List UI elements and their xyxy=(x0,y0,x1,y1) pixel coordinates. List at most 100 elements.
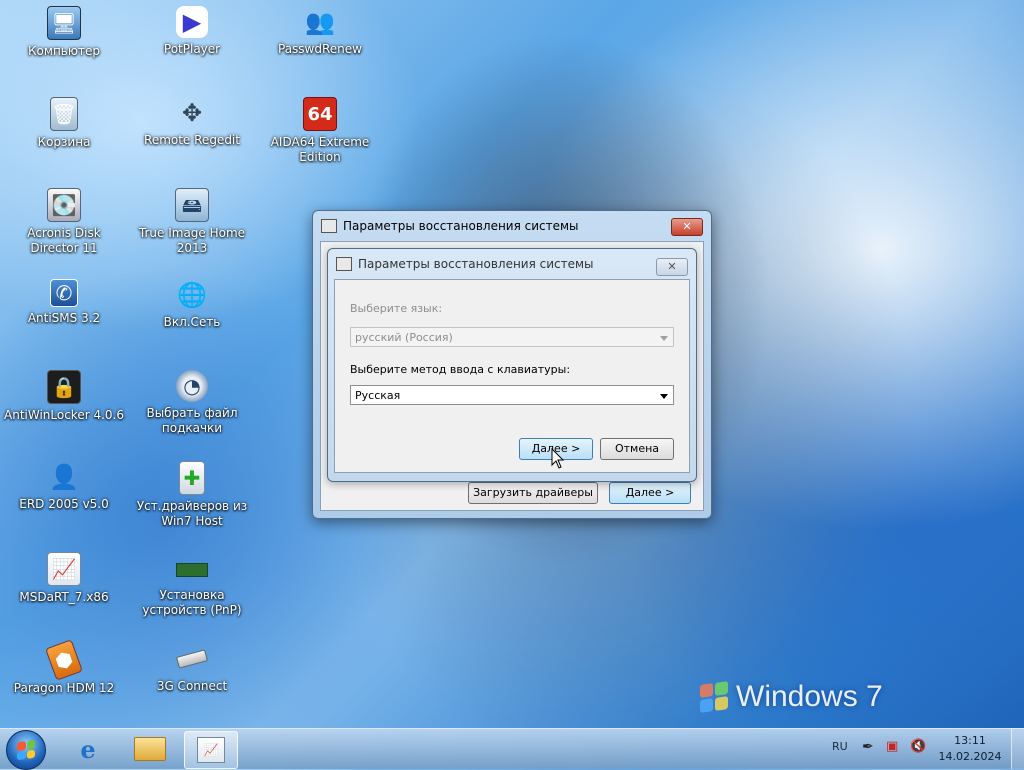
inner-dialog-titlebar[interactable]: Параметры восстановления системы xyxy=(328,249,696,279)
show-desktop-button[interactable] xyxy=(1011,729,1024,769)
cancel-button[interactable]: Отмена xyxy=(600,438,674,460)
desktop-icon-label: Вкл.Сеть xyxy=(163,315,221,329)
clock-date: 14.02.2024 xyxy=(938,750,1002,763)
desktop-icon-label: Установка устройств (PnP) xyxy=(142,588,242,617)
desktop-icon-passwdrenew[interactable]: 👥 PasswdRenew xyxy=(259,6,381,57)
inner-dialog-title: Параметры восстановления системы xyxy=(358,257,594,271)
desktop-icon-label: AIDA64 Extreme Edition xyxy=(270,135,370,164)
lock-icon: 🔒 xyxy=(47,370,81,404)
desktop-icon-aida64[interactable]: 64 AIDA64 Extreme Edition xyxy=(259,97,381,165)
desktop-icon-remote-regedit[interactable]: ✥ Remote Regedit xyxy=(131,97,253,148)
close-icon: ✕ xyxy=(682,220,692,233)
usb-modem-icon xyxy=(175,643,209,675)
msdart-icon: 📈 xyxy=(47,552,81,586)
desktop-icon-recycle-bin[interactable]: 🗑 Корзина xyxy=(3,97,125,150)
clock[interactable]: 13:11 14.02.2024 xyxy=(934,733,1006,765)
msdart-icon: 📈 xyxy=(197,737,225,763)
desktop-icon-label: PotPlayer xyxy=(163,42,221,56)
aida64-icon: 64 xyxy=(303,97,337,131)
desktop-icon-label: AntiSMS 3.2 xyxy=(27,311,101,325)
potplayer-icon: ▶ xyxy=(176,6,208,38)
taskbar-internet-explorer[interactable]: e xyxy=(62,731,114,767)
ram-icon xyxy=(176,560,208,580)
outer-dialog-title: Параметры восстановления системы xyxy=(343,219,579,233)
mouse-cursor-icon xyxy=(551,448,565,469)
desktop-icon-label: PasswdRenew xyxy=(278,42,362,56)
desktop-icon-acronis[interactable]: 💽 Acronis Disk Director 11 xyxy=(3,188,125,256)
computer-icon: 🖥 xyxy=(47,6,81,40)
desktop-icon-label: Acronis Disk Director 11 xyxy=(27,226,101,255)
desktop-icon-antiwinlocker[interactable]: 🔒 AntiWinLocker 4.0.6 xyxy=(3,370,125,423)
recycle-bin-icon: 🗑 xyxy=(50,97,78,131)
tray-pen-icon[interactable]: ✒ xyxy=(862,739,874,755)
desktop-icon-computer[interactable]: 🖥 Компьютер xyxy=(3,6,125,59)
desktop-icon-msdart[interactable]: 📈 MSDaRT_7.x86 xyxy=(3,552,125,605)
disk-pie-icon: ◔ xyxy=(176,370,208,402)
inner-close-button[interactable]: ✕ xyxy=(656,258,688,276)
desktop-icon-label: Выбрать файл подкачки xyxy=(146,406,238,435)
phone-icon: ✆ xyxy=(50,279,78,307)
start-button[interactable] xyxy=(6,730,46,770)
keyboard-select[interactable]: Русская xyxy=(350,385,674,405)
usb-modem-shape xyxy=(175,649,209,669)
language-indicator[interactable]: RU xyxy=(832,740,848,753)
desktop-icon-pnp[interactable]: Установка устройств (PnP) xyxy=(131,552,253,618)
desktop-icon-pagefile[interactable]: ◔ Выбрать файл подкачки xyxy=(131,370,253,436)
language-select[interactable]: русский (Россия) xyxy=(350,327,674,347)
clock-time: 13:11 xyxy=(954,734,986,747)
acronis-icon: 💽 xyxy=(47,188,81,222)
outer-next-button[interactable]: Далее > xyxy=(609,482,691,504)
true-image-icon: 🖴 xyxy=(175,188,209,222)
windows-watermark: Windows 7 xyxy=(700,680,883,714)
desktop-icon-label: AntiWinLocker 4.0.6 xyxy=(4,408,124,422)
outer-dialog-titlebar[interactable]: Параметры восстановления системы xyxy=(313,211,711,241)
windows-flag-icon xyxy=(700,681,728,713)
network-icon: 🌐 xyxy=(177,280,207,309)
users-icon: 👥 xyxy=(305,7,335,36)
keyboard-value: Русская xyxy=(355,389,401,402)
inner-dialog-client: Выберите язык: русский (Россия) Выберите… xyxy=(334,279,690,473)
language-label: Выберите язык: xyxy=(350,302,443,315)
paragon-icon: ⬢ xyxy=(45,639,83,681)
desktop-icon-label: 3G Connect xyxy=(156,679,228,693)
desktop-icon-label: Корзина xyxy=(37,135,91,149)
ram-stick-shape xyxy=(176,563,208,577)
regedit-icon: ✥ xyxy=(181,98,203,127)
desktop-icon-label: True Image Home 2013 xyxy=(138,226,246,255)
desktop-icon-erd[interactable]: 👤 ERD 2005 v5.0 xyxy=(3,461,125,512)
desktop-icon-potplayer[interactable]: ▶ PotPlayer xyxy=(131,6,253,57)
taskbar: e 📈 RU ✒ ▣ 🔇 13:11 14.02.2024 xyxy=(0,728,1024,770)
desktop-icon-label: Уст.драйверов из Win7 Host xyxy=(136,499,248,528)
chevron-down-icon xyxy=(660,394,668,399)
folder-icon xyxy=(134,737,166,761)
desktop-icon-label: Компьютер xyxy=(28,44,100,58)
driver-install-icon: ✚ xyxy=(179,461,205,495)
desktop-icon-true-image[interactable]: 🖴 True Image Home 2013 xyxy=(131,188,253,256)
desktop-icon-label: ERD 2005 v5.0 xyxy=(19,497,109,511)
outer-close-button[interactable]: ✕ xyxy=(671,218,703,236)
tray-volume-mute-icon[interactable]: 🔇 xyxy=(910,739,926,754)
taskbar-msdart[interactable]: 📈 xyxy=(184,731,238,769)
window-app-icon xyxy=(321,219,337,233)
taskbar-explorer[interactable] xyxy=(124,731,176,767)
inner-dialog: Параметры восстановления системы ✕ Выбер… xyxy=(327,248,697,482)
chevron-down-icon xyxy=(660,336,668,341)
erd-icon: 👤 xyxy=(49,462,79,491)
desktop-icon-driver-install[interactable]: ✚ Уст.драйверов из Win7 Host xyxy=(131,461,253,529)
desktop-icon-label: Remote Regedit xyxy=(144,133,240,147)
desktop-icon-antisms[interactable]: ✆ AntiSMS 3.2 xyxy=(3,279,125,326)
tray-network-icon[interactable]: ▣ xyxy=(886,739,898,754)
windows-logo-icon xyxy=(17,739,35,761)
desktop-icon-paragon[interactable]: ⬢ Paragon HDM 12 xyxy=(3,639,125,696)
desktop-icon-network[interactable]: 🌐 Вкл.Сеть xyxy=(131,279,253,330)
window-app-icon xyxy=(336,257,352,271)
keyboard-label: Выберите метод ввода с клавиатуры: xyxy=(350,363,571,376)
load-drivers-button[interactable]: Загрузить драйверы xyxy=(468,482,598,504)
internet-explorer-icon: e xyxy=(80,734,96,764)
desktop-icon-3g-connect[interactable]: 3G Connect xyxy=(131,643,253,694)
desktop-icon-label: Paragon HDM 12 xyxy=(13,681,115,695)
close-icon: ✕ xyxy=(667,260,677,273)
watermark-text: Windows 7 xyxy=(736,680,883,713)
language-value: русский (Россия) xyxy=(355,331,453,344)
desktop-icon-label: MSDaRT_7.x86 xyxy=(19,590,109,604)
